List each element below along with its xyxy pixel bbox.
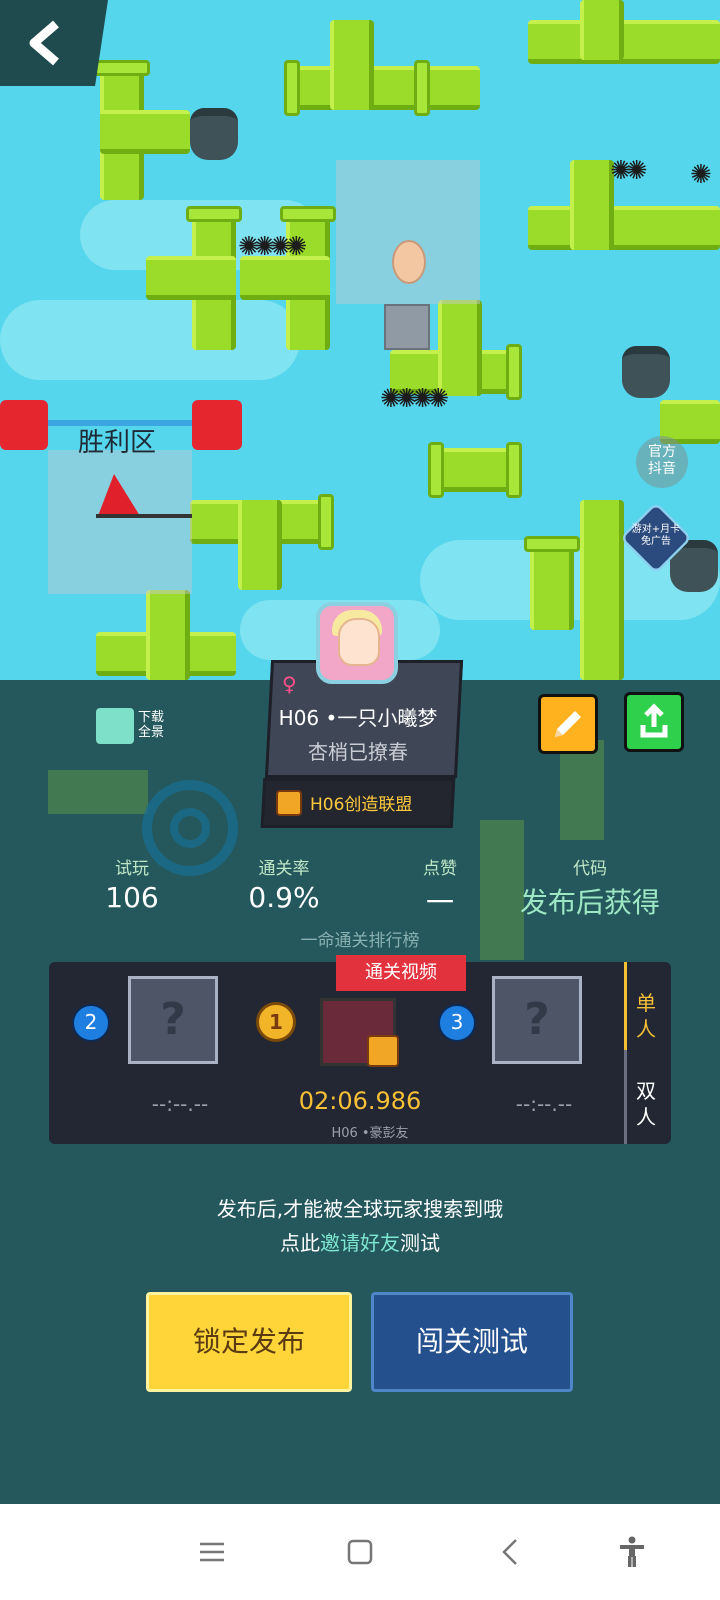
pipe — [146, 256, 236, 300]
invite-friends-link[interactable]: 邀请好友 — [320, 1231, 400, 1255]
level-map[interactable]: ✺✺✺✺ ✺✺✺✺ ✺✺ ✺ 胜利区 官方 抖音 游对+月卡 免广告 — [0, 0, 720, 680]
system-nav-bar — [0, 1504, 720, 1600]
publish-note-prefix: 点此 — [280, 1231, 320, 1255]
edit-button[interactable] — [538, 694, 598, 754]
share-button[interactable] — [624, 692, 684, 752]
pipe — [528, 206, 720, 250]
stat-label: 通关率 — [258, 859, 310, 879]
pipe — [238, 500, 282, 590]
pipe — [240, 256, 330, 300]
pipe-shadow — [560, 740, 604, 840]
publish-note-suffix: 测试 — [400, 1231, 440, 1255]
guild-badge-icon — [367, 1035, 399, 1067]
lock-publish-button[interactable]: 锁定发布 — [146, 1292, 352, 1392]
menu-icon[interactable] — [194, 1534, 230, 1570]
pipe — [580, 500, 624, 680]
creator-title: 杏梢已撩春 — [308, 740, 408, 764]
tab-two-player[interactable]: 双 人 — [626, 1078, 666, 1130]
lightbulb-icon — [392, 240, 426, 284]
rank-3-badge: 3 — [438, 1004, 476, 1042]
pipe-flange — [94, 60, 150, 76]
rank-1-badge: 1 — [256, 1002, 296, 1042]
stat-code: 代码 发布后获得 — [500, 854, 680, 921]
red-block — [0, 400, 48, 450]
stat-clear-rate: 通关率 0.9% — [234, 854, 334, 914]
spike-trap-icon: ✺ — [690, 160, 712, 190]
spike-trap-icon: ✺✺✺✺ — [238, 232, 307, 262]
pipe-flange — [414, 60, 430, 116]
victory-zone-label: 胜利区 — [78, 428, 157, 458]
pipe-flange — [280, 206, 336, 222]
creator-avatar[interactable] — [310, 596, 404, 692]
pipe — [580, 0, 624, 60]
back-button[interactable] — [0, 0, 108, 86]
stat-value: 发布后获得 — [519, 886, 660, 919]
test-play-button[interactable]: 闯关测试 — [371, 1292, 573, 1392]
pot-obstacle — [622, 346, 670, 398]
rank-1-time: 02:06.986 — [298, 1087, 422, 1115]
rank-2-time: --:--.-- — [151, 1092, 209, 1116]
pencil-icon — [555, 711, 581, 737]
stat-label: 试玩 — [115, 859, 149, 879]
stat-likes: 点赞 一 — [400, 854, 480, 921]
rank-1-video-thumbnail[interactable] — [320, 998, 399, 1067]
official-douyin-button[interactable]: 官方 抖音 — [636, 436, 688, 488]
tab-single-player[interactable]: 单 人 — [626, 990, 666, 1042]
pipe-flange — [186, 206, 242, 222]
rank-3-time: --:--.-- — [515, 1092, 573, 1116]
publish-note-line2: 点此邀请好友测试 — [0, 1226, 720, 1260]
avatar-face — [338, 618, 380, 666]
stat-label: 点赞 — [423, 859, 457, 879]
flag-icon — [98, 474, 140, 516]
pipe — [100, 110, 190, 154]
stat-value: 0.9% — [248, 881, 320, 914]
pipe — [528, 20, 720, 64]
stat-label: 代码 — [573, 859, 607, 879]
pipe-flange — [318, 494, 334, 550]
download-panorama-label: 下载 全景 — [138, 710, 165, 740]
spike-trap-icon: ✺✺ — [610, 156, 647, 186]
guild-name: H06创造联盟 — [310, 795, 413, 815]
pipe-flange — [524, 536, 580, 552]
stone-block — [384, 304, 430, 350]
red-block — [192, 400, 242, 450]
pipe-shadow — [48, 770, 148, 814]
pipe-flange — [506, 442, 522, 498]
female-icon: ♀ — [282, 672, 297, 696]
publish-note: 发布后,才能被全球玩家搜索到哦 点此邀请好友测试 — [0, 1192, 720, 1260]
stat-plays: 试玩 106 — [92, 854, 172, 914]
rank-1-player: H06 •豪彭友 — [331, 1126, 409, 1141]
promo-badge-text: 游对+月卡 免广告 — [631, 524, 681, 547]
pot-obstacle — [190, 108, 238, 160]
ranking-title: 一命通关排行榜 — [300, 931, 420, 951]
pipe — [146, 590, 190, 680]
download-panorama-button[interactable]: 下载 全景 — [96, 708, 186, 748]
accessibility-icon[interactable] — [614, 1534, 650, 1570]
pipe — [570, 160, 614, 250]
nav-back-icon[interactable] — [494, 1534, 530, 1570]
camera-icon — [96, 708, 134, 744]
stat-value: 106 — [105, 881, 159, 914]
pipe — [530, 540, 574, 630]
rank-3-placeholder[interactable]: ? — [492, 976, 582, 1064]
pipe — [438, 300, 482, 396]
upload-icon — [640, 703, 668, 738]
guild-badge-icon — [276, 790, 302, 816]
creator-name: H06 •一只小曦梦 — [278, 706, 438, 730]
stat-value: 一 — [425, 886, 454, 919]
pipe-flange — [506, 344, 522, 400]
clear-video-tag[interactable]: 通关视频 — [336, 955, 466, 991]
pipe — [290, 66, 480, 110]
flag-pole — [96, 514, 192, 518]
pipe-flange — [284, 60, 300, 116]
spike-trap-icon: ✺✺✺✺ — [380, 384, 449, 414]
pipe — [330, 20, 374, 110]
victory-zone[interactable] — [48, 450, 192, 594]
pipe-flange — [428, 442, 444, 498]
publish-note-line1: 发布后,才能被全球玩家搜索到哦 — [216, 1197, 504, 1221]
rank-2-placeholder[interactable]: ? — [128, 976, 218, 1064]
rank-2-badge: 2 — [72, 1004, 110, 1042]
home-icon[interactable] — [342, 1534, 378, 1570]
back-arrow-icon — [29, 20, 59, 66]
